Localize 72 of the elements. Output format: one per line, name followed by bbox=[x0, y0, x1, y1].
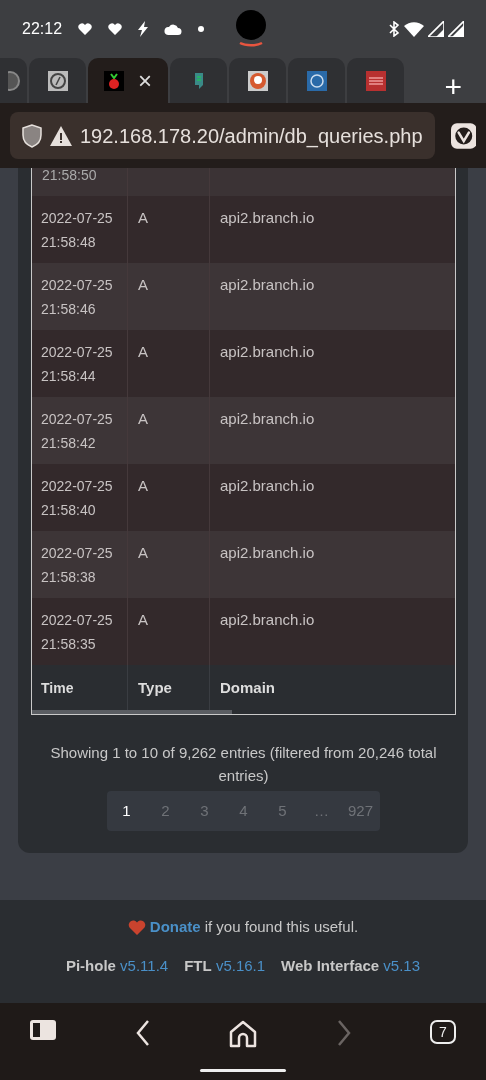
camera-icon bbox=[234, 9, 269, 49]
table-cell: A bbox=[138, 611, 148, 628]
table-cell-text: 2022-07-25 21:58:44 bbox=[41, 343, 113, 386]
table-cell-text: 2022-07-25 21:58:40 bbox=[41, 477, 113, 520]
table-cell: 21:58:50 bbox=[42, 168, 97, 183]
column-header[interactable]: Type bbox=[138, 675, 172, 700]
new-tab-button[interactable]: + bbox=[438, 71, 468, 103]
heart-icon bbox=[127, 919, 146, 935]
version-number: v5.16.1 bbox=[215, 956, 266, 974]
browser-tab[interactable]: × bbox=[88, 58, 168, 103]
table-cell-text: 2022-07-25 21:58:48 bbox=[41, 209, 113, 252]
table-cell: A bbox=[138, 544, 148, 561]
globe-icon bbox=[7, 70, 20, 91]
table-cell: api2.branch.io bbox=[220, 477, 315, 494]
panel-toggle-icon[interactable] bbox=[30, 1020, 56, 1040]
table-cell: api2.branch.io bbox=[220, 343, 315, 360]
donate-link[interactable]: Donate bbox=[149, 916, 201, 939]
column-header[interactable]: Time bbox=[41, 675, 74, 700]
table-cell: A bbox=[138, 477, 148, 494]
heart-icon bbox=[108, 23, 123, 35]
table-cell-text: 2022-07-25 21:58:38 bbox=[41, 544, 113, 587]
browser-tab[interactable] bbox=[229, 58, 286, 103]
address-field[interactable]: 192.168.178.20/admin/db_queries.php bbox=[10, 112, 435, 159]
bluetooth-icon bbox=[388, 21, 400, 37]
version-label: Pi-hole bbox=[65, 956, 116, 974]
table-cell: api2.branch.io bbox=[220, 611, 315, 628]
newspaper-icon bbox=[365, 70, 386, 91]
wifi-icon bbox=[404, 21, 424, 37]
donate-text: if you found this useful. bbox=[204, 917, 359, 937]
table-cell-text: 2022-07-25 21:58:35 bbox=[41, 611, 113, 654]
shield-icon bbox=[22, 123, 42, 148]
bolt-icon bbox=[138, 21, 149, 37]
table-cell: api2.branch.io bbox=[220, 410, 315, 427]
at-sign-icon bbox=[47, 70, 68, 91]
home-icon[interactable] bbox=[229, 1020, 257, 1048]
scrollbar-thumb[interactable] bbox=[32, 710, 232, 714]
signal-icon bbox=[428, 21, 444, 37]
berry-icon bbox=[104, 70, 124, 91]
table-cell: A bbox=[138, 410, 148, 427]
browser-tab[interactable] bbox=[29, 58, 86, 103]
version-label: Web Interface bbox=[281, 956, 380, 974]
table-cell: api2.branch.io bbox=[220, 209, 315, 226]
version-label: FTL bbox=[184, 956, 212, 974]
table-cell: A bbox=[138, 209, 148, 226]
signal-icon bbox=[448, 21, 464, 37]
back-icon[interactable] bbox=[135, 1020, 150, 1046]
circle-icon bbox=[306, 70, 327, 91]
table-cell: api2.branch.io bbox=[220, 276, 315, 293]
table-cell: A bbox=[138, 276, 148, 293]
heart-icon bbox=[78, 23, 93, 35]
forward-icon[interactable] bbox=[336, 1020, 351, 1046]
table-cell: api2.branch.io bbox=[220, 544, 315, 561]
column-header[interactable]: Domain bbox=[220, 675, 275, 700]
browser-tab[interactable] bbox=[0, 58, 27, 103]
cloud-icon bbox=[164, 23, 183, 35]
page-button[interactable]: 1 bbox=[107, 791, 146, 831]
entries-info: Showing 1 to 10 of 9,262 entries (filtered from 20,246 total entries) bbox=[49, 743, 438, 786]
browser-tab[interactable] bbox=[288, 58, 345, 103]
browser-tab[interactable] bbox=[347, 58, 404, 103]
url-text: 192.168.178.20/admin/db_queries.php bbox=[80, 123, 423, 150]
clock: 22:12 bbox=[22, 19, 63, 39]
browser-menu-icon[interactable] bbox=[450, 120, 476, 151]
version-number: v5.11.4 bbox=[120, 956, 169, 974]
dot-icon bbox=[198, 26, 205, 32]
warning-icon bbox=[50, 125, 72, 146]
version-number: v5.13 bbox=[383, 956, 421, 974]
table-cell-text: 2022-07-25 21:58:46 bbox=[41, 276, 113, 319]
close-icon[interactable]: × bbox=[138, 68, 152, 93]
duck-icon bbox=[247, 70, 268, 91]
table-cell: A bbox=[138, 343, 148, 360]
tab-count-button[interactable]: 7 bbox=[430, 1020, 456, 1044]
table-cell-text: 2022-07-25 21:58:42 bbox=[41, 410, 113, 453]
